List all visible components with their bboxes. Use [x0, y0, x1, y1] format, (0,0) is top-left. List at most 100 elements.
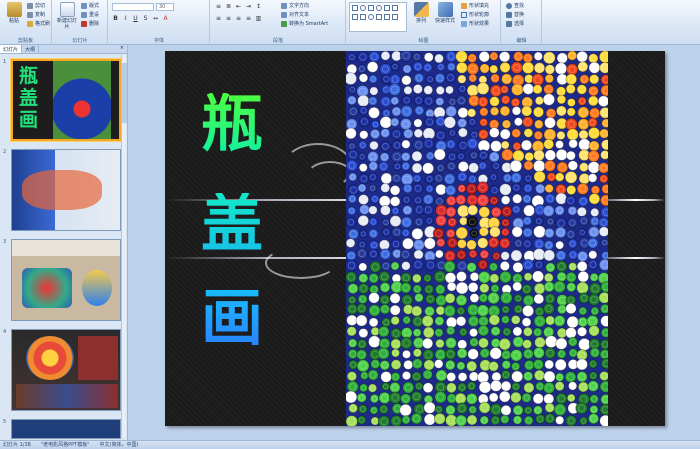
bottle-cap [389, 185, 401, 196]
bottle-cap [459, 216, 468, 226]
numbering-button[interactable]: ≣ [225, 3, 232, 10]
bottle-cap [564, 371, 577, 383]
strikethrough-button[interactable]: S [142, 15, 149, 22]
bottle-cap [510, 391, 522, 404]
cut-button[interactable]: 剪切 [27, 2, 45, 10]
increase-indent-button[interactable]: ⇥ [245, 3, 252, 10]
paragraph-group: ≡ ≣ ⇤ ⇥ ↕ ≡ ≡ ≡ ≡ ▥ 文字方向 对齐文本 转换为 SmartA… [211, 0, 346, 45]
bottle-cap [457, 83, 468, 94]
align-text-button[interactable]: 对齐文本 [281, 11, 309, 19]
thumbnail-image [11, 329, 121, 411]
layout-button[interactable]: 版式 [81, 2, 99, 10]
smartart-button[interactable]: 转换为 SmartArt [281, 20, 328, 28]
columns-button[interactable]: ▥ [255, 15, 262, 22]
bottle-cap [546, 172, 557, 182]
bottle-cap [588, 413, 600, 425]
align-right-button[interactable]: ≡ [235, 15, 242, 22]
shape-effects-button[interactable]: 形状效果 [461, 20, 489, 28]
bottle-cap [565, 228, 577, 240]
bottle-cap [423, 283, 435, 295]
align-left-button[interactable]: ≡ [215, 15, 222, 22]
char-spacing-button[interactable]: ↔ [152, 15, 159, 22]
shapes-gallery[interactable] [349, 2, 407, 32]
shape-outline-button[interactable]: 形状轮廓 [461, 11, 489, 19]
find-button[interactable]: 查找 [506, 2, 524, 10]
arrange-button[interactable]: 排列 [409, 2, 433, 32]
font-color-button[interactable]: A [162, 15, 169, 22]
paragraph-row-2: ≡ ≡ ≡ ≡ ▥ [215, 15, 262, 22]
tab-outline[interactable]: 大纲 [22, 45, 40, 53]
align-center-button[interactable]: ≡ [225, 15, 232, 22]
bottle-cap [356, 51, 369, 64]
bottle-cap [456, 61, 468, 74]
justify-button[interactable]: ≡ [245, 15, 252, 22]
bottle-cap [566, 98, 576, 107]
bottle-cap [401, 370, 412, 381]
bottle-cap [510, 314, 521, 325]
bottle-cap [500, 94, 511, 105]
bold-button[interactable]: B [112, 15, 119, 22]
bottle-cap [520, 139, 533, 151]
bottle-cap [513, 238, 524, 249]
new-slide-button[interactable]: 新建幻灯片 [55, 2, 79, 32]
panel-scrollbar[interactable] [121, 55, 127, 438]
bottle-cap [445, 404, 456, 416]
bottle-cap [590, 207, 600, 217]
slide-thumbnail-4[interactable]: 4 [2, 329, 122, 411]
font-size-dropdown[interactable]: 30 [156, 3, 174, 11]
copy-button[interactable]: 复制 [27, 11, 45, 19]
underline-button[interactable]: U [132, 15, 139, 22]
bottle-cap [368, 335, 381, 348]
font-name-dropdown[interactable] [112, 3, 154, 11]
bottle-cap [479, 249, 490, 260]
bottle-cap [532, 327, 543, 337]
bottle-cap [543, 302, 555, 315]
slide-thumbnail-5[interactable]: 5 [2, 419, 122, 439]
select-button[interactable]: 选择 [506, 20, 524, 28]
bottle-cap [466, 84, 479, 97]
bottle-cap [400, 105, 413, 118]
bottle-cap [534, 336, 546, 349]
tab-slides[interactable]: 幻灯片 [0, 45, 23, 53]
quick-styles-button[interactable]: 快速样式 [431, 2, 459, 32]
shape-fill-button[interactable]: 形状填充 [461, 2, 489, 10]
bullets-button[interactable]: ≡ [215, 3, 222, 10]
bottle-cap [534, 96, 544, 106]
bottle-cap [400, 336, 413, 350]
line-spacing-button[interactable]: ↕ [255, 3, 262, 10]
bottle-cap [434, 284, 446, 295]
italic-button[interactable]: I [122, 15, 129, 22]
bottle-cap [457, 127, 468, 138]
paste-button[interactable]: 粘贴 [2, 2, 26, 32]
bottle-cap [545, 315, 556, 326]
delete-slide-button[interactable]: 删除 [81, 20, 99, 28]
bottle-cap [477, 128, 489, 140]
bottle-cap [556, 349, 567, 359]
bottle-cap [590, 306, 600, 316]
close-icon[interactable]: × [117, 45, 127, 53]
current-slide[interactable]: 瓶 盖 画 [165, 51, 665, 426]
replace-button[interactable]: 替换 [506, 11, 524, 19]
bottle-cap [577, 118, 590, 131]
bottle-cap [501, 119, 512, 129]
bottle-cap [577, 195, 589, 207]
text-direction-button[interactable]: 文字方向 [281, 2, 309, 10]
bottle-cap [469, 228, 479, 239]
slide-thumbnail-3[interactable]: 3 [2, 239, 122, 321]
bottle-cap [543, 128, 557, 142]
slide-thumbnail-2[interactable]: 2 [2, 149, 122, 231]
bottle-cap [489, 51, 499, 61]
decrease-indent-button[interactable]: ⇤ [235, 3, 242, 10]
scrollbar-thumb[interactable] [122, 63, 127, 123]
slide-thumbnail-1[interactable]: 1 瓶盖画 [2, 59, 122, 141]
thumbnail-image: 瓶盖画 [11, 59, 121, 141]
bottle-cap [466, 414, 478, 426]
bottle-cap [422, 95, 435, 108]
bottle-cap [401, 95, 412, 106]
bottle-cap [433, 173, 444, 184]
bottle-cap [599, 106, 608, 119]
bottle-cap [367, 369, 379, 381]
bottle-cap [553, 403, 567, 417]
reset-button[interactable]: 重设 [81, 11, 99, 19]
format-painter-button[interactable]: 格式刷 [27, 20, 50, 28]
